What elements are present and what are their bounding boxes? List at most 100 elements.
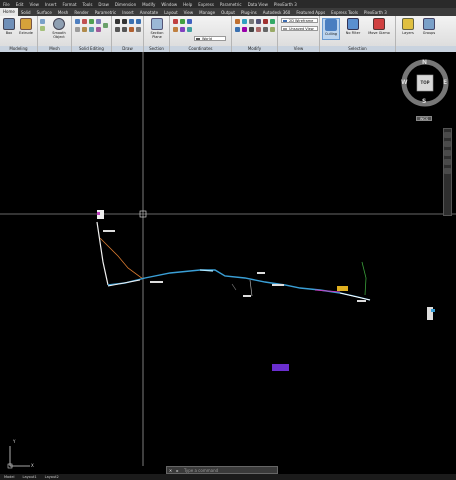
tab-view[interactable]: View: [181, 10, 197, 15]
ucs-3point-icon[interactable]: [173, 27, 178, 32]
tab-featured-apps[interactable]: Featured Apps: [293, 10, 328, 15]
label-block[interactable]: [272, 284, 284, 286]
mirror-icon[interactable]: [263, 19, 268, 24]
tab-plug-ins[interactable]: Plug-ins: [238, 10, 260, 15]
menu-edit[interactable]: Edit: [13, 2, 27, 7]
label-block-yellow[interactable]: [337, 286, 348, 291]
menu-format[interactable]: Format: [59, 2, 79, 7]
ucs-dropdown[interactable]: World: [194, 36, 226, 41]
pan-icon[interactable]: [444, 141, 451, 147]
move-icon[interactable]: [235, 19, 240, 24]
copy-icon[interactable]: [256, 19, 261, 24]
move-gizmo-button[interactable]: Move Gizmo: [366, 18, 392, 35]
mesh-cone-icon[interactable]: [40, 26, 45, 31]
box-button[interactable]: Box: [2, 18, 16, 35]
drawing-canvas[interactable]: [0, 52, 456, 474]
tab-home[interactable]: Home: [0, 8, 18, 16]
section-plane-button[interactable]: Section Plane: [148, 18, 166, 39]
menu-dimension[interactable]: Dimension: [112, 2, 139, 7]
menu-help[interactable]: Help: [180, 2, 195, 7]
selected-object[interactable]: [272, 364, 289, 371]
ucs-object-icon[interactable]: [187, 27, 192, 32]
menu-file[interactable]: File: [0, 2, 13, 7]
navigation-bar[interactable]: [443, 128, 452, 216]
label-block[interactable]: [150, 281, 163, 283]
offset-icon[interactable]: [249, 27, 254, 32]
groups-button[interactable]: Groups: [420, 18, 438, 35]
survey-polyline[interactable]: [96, 221, 371, 301]
menu-modify[interactable]: Modify: [139, 2, 158, 7]
subtract-icon[interactable]: [82, 19, 87, 24]
line-icon[interactable]: [115, 19, 120, 24]
intersect-icon[interactable]: [89, 19, 94, 24]
viewcube-top-face[interactable]: TOP: [418, 80, 432, 85]
wcs-menu[interactable]: WCS: [416, 116, 432, 121]
label-block[interactable]: [357, 300, 366, 302]
menu-view[interactable]: View: [26, 2, 42, 7]
saved-view-dropdown[interactable]: Unsaved View: [281, 26, 318, 31]
union-icon[interactable]: [75, 19, 80, 24]
spline-icon[interactable]: [129, 27, 134, 32]
array-icon[interactable]: [242, 27, 247, 32]
label-block[interactable]: [103, 230, 115, 232]
ucs-view-icon[interactable]: [180, 27, 185, 32]
tab-mesh[interactable]: Mesh: [55, 10, 72, 15]
fillet-edge-icon[interactable]: [89, 27, 94, 32]
shell-icon[interactable]: [96, 27, 101, 32]
compass-north[interactable]: N: [422, 59, 427, 66]
tab-layout[interactable]: Layout: [161, 10, 181, 15]
smooth-object-button[interactable]: Smooth Object: [50, 18, 68, 39]
imprint-icon[interactable]: [82, 27, 87, 32]
command-line[interactable]: ✕ ▸ Type a command: [166, 466, 278, 474]
explode-icon[interactable]: [270, 27, 275, 32]
menu-plexearth-3[interactable]: PlexEarth 3: [271, 2, 300, 7]
menu-tools[interactable]: Tools: [80, 2, 96, 7]
tab-autodesk-360[interactable]: Autodesk 360: [260, 10, 294, 15]
menu-window[interactable]: Window: [158, 2, 180, 7]
menu-express[interactable]: Express: [195, 2, 217, 7]
tab-insert[interactable]: Insert: [119, 10, 136, 15]
mesh-box-icon[interactable]: [40, 19, 45, 24]
extrude-button[interactable]: Extrude: [19, 18, 33, 35]
compass-east[interactable]: E: [443, 79, 447, 86]
arc-icon[interactable]: [136, 19, 141, 24]
full-navigation-wheel-icon[interactable]: [444, 132, 451, 138]
trim-icon[interactable]: [249, 19, 254, 24]
ucs-icon[interactable]: [173, 19, 178, 24]
drawing-viewport[interactable]: Y X N E S W TOP WCS: [0, 52, 456, 474]
tab-manage[interactable]: Manage: [196, 10, 218, 15]
tab-model[interactable]: Model: [0, 475, 19, 479]
no-filter-button[interactable]: No Filter: [342, 18, 364, 35]
stretch-icon[interactable]: [256, 27, 261, 32]
ucs-origin-icon[interactable]: [180, 19, 185, 24]
hatch-icon[interactable]: [136, 27, 141, 32]
tab-output[interactable]: Output: [218, 10, 238, 15]
tab-solid[interactable]: Solid: [18, 10, 34, 15]
menu-parametric[interactable]: Parametric: [217, 2, 245, 7]
slice-icon[interactable]: [96, 19, 101, 24]
tab-layout1[interactable]: Layout1: [19, 475, 41, 479]
rectangle-icon[interactable]: [115, 27, 120, 32]
label-block[interactable]: [243, 295, 251, 297]
command-input[interactable]: Type a command: [181, 468, 277, 473]
compass-west[interactable]: W: [401, 79, 408, 86]
tab-render[interactable]: Render: [71, 10, 91, 15]
menu-draw[interactable]: Draw: [95, 2, 111, 7]
menu-data-view[interactable]: Data View: [245, 2, 271, 7]
polygon-icon[interactable]: [122, 27, 127, 32]
layers-button[interactable]: Layers: [400, 18, 416, 35]
ucs-z-icon[interactable]: [187, 19, 192, 24]
extract-edges-icon[interactable]: [75, 27, 80, 32]
polyline-icon[interactable]: [122, 19, 127, 24]
visual-style-dropdown[interactable]: 2D Wireframe: [281, 18, 318, 23]
culling-button[interactable]: Culling: [322, 18, 340, 40]
showmotion-icon[interactable]: [444, 168, 451, 174]
fillet-icon[interactable]: [270, 19, 275, 24]
tab-layout2[interactable]: Layout2: [41, 475, 63, 479]
menu-insert[interactable]: Insert: [42, 2, 59, 7]
compass-south[interactable]: S: [422, 98, 426, 105]
erase-icon[interactable]: [263, 27, 268, 32]
tab-plexearth-3[interactable]: PlexEarth 3: [361, 10, 390, 15]
label-block[interactable]: [257, 272, 265, 274]
tab-express-tools[interactable]: Express Tools: [328, 10, 361, 15]
